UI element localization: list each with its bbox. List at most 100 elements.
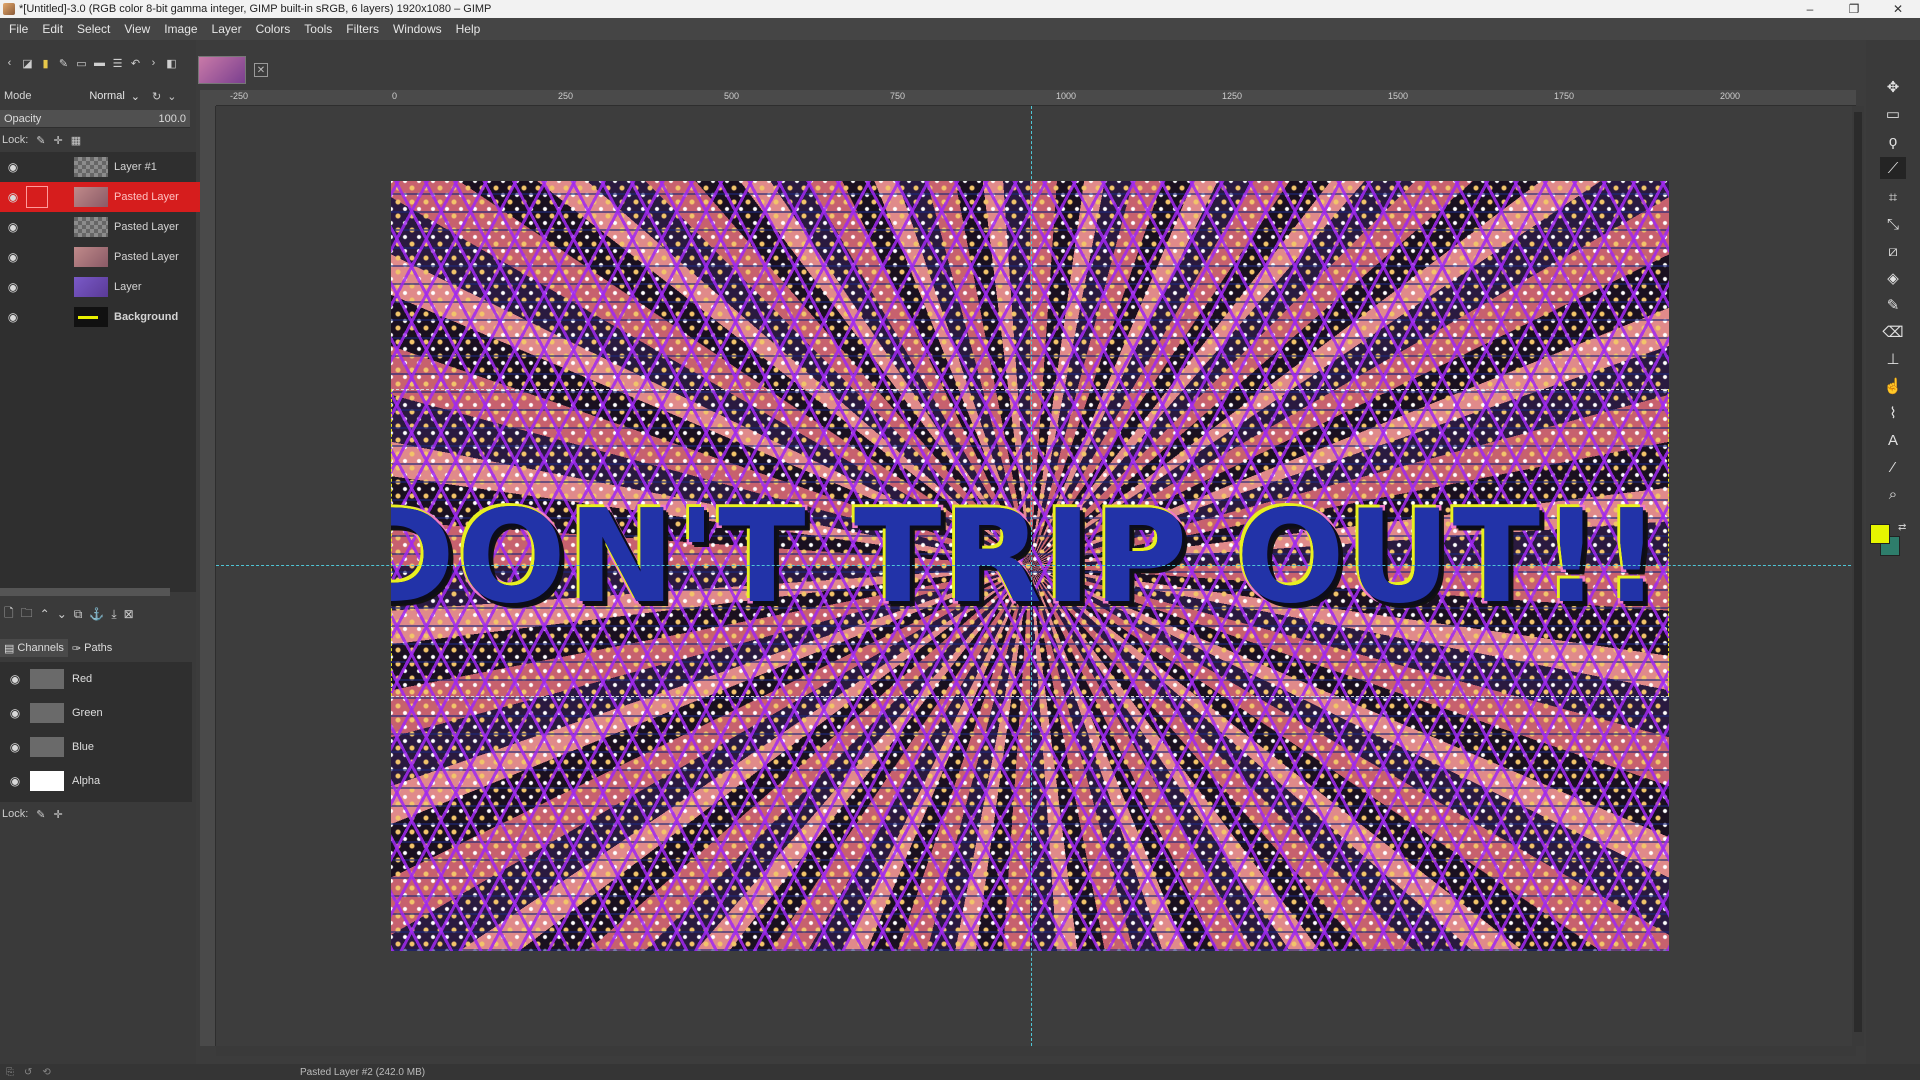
smudge-tool-icon[interactable]: ☝ bbox=[1882, 375, 1904, 397]
eraser-tool-icon[interactable]: ⌫ bbox=[1882, 321, 1904, 343]
delete-layer-icon[interactable]: ⊠ bbox=[124, 607, 134, 621]
menu-help[interactable]: Help bbox=[449, 18, 488, 40]
merge-down-icon[interactable]: ⤓ bbox=[111, 607, 116, 622]
ruler-corner[interactable] bbox=[200, 90, 216, 106]
channel-row[interactable]: ◉ Alpha bbox=[0, 764, 192, 798]
image-canvas[interactable]: DON'T TRIP OUT!!! bbox=[216, 106, 1856, 1046]
menu-filters[interactable]: Filters bbox=[339, 18, 386, 40]
pasted-text-layer[interactable]: DON'T TRIP OUT!!! bbox=[391, 480, 1669, 634]
layer-row-selected[interactable]: ◉ Pasted Layer bbox=[0, 182, 205, 212]
foreground-color-swatch[interactable] bbox=[1870, 524, 1890, 544]
rect-select-tool-icon[interactable]: ▭ bbox=[1882, 103, 1904, 125]
horizontal-scrollbar[interactable] bbox=[216, 1046, 1856, 1056]
fonts-tab-icon[interactable]: ☰ bbox=[110, 56, 125, 71]
eye-icon[interactable]: ◉ bbox=[0, 280, 26, 294]
gradient-tab-icon[interactable]: ▬ bbox=[92, 56, 107, 71]
vertical-guide[interactable] bbox=[1031, 106, 1032, 1046]
vertical-scrollbar[interactable] bbox=[1852, 106, 1864, 1046]
new-layer-group-icon[interactable]: 🗀 bbox=[21, 604, 33, 625]
maximize-button[interactable]: ❐ bbox=[1832, 0, 1876, 18]
channel-row[interactable]: ◉ Green bbox=[0, 696, 192, 730]
anchor-layer-icon[interactable]: ⚓ bbox=[89, 607, 104, 621]
layer-link-toggle[interactable] bbox=[26, 156, 48, 178]
close-button[interactable]: ✕ bbox=[1876, 0, 1920, 18]
lasso-tool-icon[interactable]: ϙ bbox=[1882, 130, 1904, 152]
move-tool-icon[interactable]: ✥ bbox=[1882, 76, 1904, 98]
fuzzy-select-tool-icon[interactable]: ⟋ bbox=[1880, 157, 1906, 179]
layer-link-toggle[interactable] bbox=[26, 276, 48, 298]
crop-tool-icon[interactable]: ⌗ bbox=[1882, 186, 1904, 208]
swap-colors-icon[interactable]: ⇄ bbox=[1898, 522, 1906, 533]
layer-row[interactable]: ◉ Pasted Layer bbox=[0, 212, 196, 242]
menu-view[interactable]: View bbox=[117, 18, 157, 40]
menu-file[interactable]: File bbox=[2, 18, 35, 40]
new-layer-icon[interactable]: 🗋 bbox=[4, 604, 14, 625]
image-tab-thumbnail[interactable] bbox=[198, 56, 246, 84]
close-icon[interactable]: ✕ bbox=[254, 63, 268, 77]
text-tool-icon[interactable]: A bbox=[1882, 429, 1904, 451]
clone-tool-icon[interactable]: ⊥ bbox=[1882, 348, 1904, 370]
channel-row[interactable]: ◉ Red bbox=[0, 662, 192, 696]
lock-position-icon[interactable]: ✛ bbox=[54, 808, 63, 821]
bucket-fill-tool-icon[interactable]: ◈ bbox=[1882, 267, 1904, 289]
palette-tab-icon[interactable]: ▮ bbox=[38, 56, 53, 71]
paths-tool-icon[interactable]: ⌇ bbox=[1882, 402, 1904, 424]
eye-icon[interactable]: ◉ bbox=[0, 190, 26, 204]
layer-link-toggle[interactable] bbox=[26, 306, 48, 328]
dock-menu-icon[interactable]: ◧ bbox=[164, 56, 179, 71]
menu-colors[interactable]: Colors bbox=[249, 18, 298, 40]
chevron-left-icon[interactable]: ‹ bbox=[2, 56, 17, 71]
layer-row[interactable]: ◉ Background bbox=[0, 302, 196, 332]
menu-edit[interactable]: Edit bbox=[35, 18, 70, 40]
pattern-tab-icon[interactable]: ▭ bbox=[74, 56, 89, 71]
tool-options-tab-icon[interactable]: ◪ bbox=[20, 56, 35, 71]
warp-transform-tool-icon[interactable]: ⧄ bbox=[1882, 240, 1904, 262]
image-content[interactable]: DON'T TRIP OUT!!! bbox=[391, 181, 1669, 951]
undo-history-tab-icon[interactable]: ↶ bbox=[128, 56, 143, 71]
eye-icon[interactable]: ◉ bbox=[0, 672, 30, 686]
duplicate-layer-icon[interactable]: ⧉ bbox=[74, 607, 83, 622]
layer-row[interactable]: ◉ Layer #1 bbox=[0, 152, 196, 182]
eye-icon[interactable]: ◉ bbox=[0, 740, 30, 754]
vertical-scroll-thumb[interactable] bbox=[1854, 112, 1862, 1032]
menu-windows[interactable]: Windows bbox=[386, 18, 449, 40]
menu-layer[interactable]: Layer bbox=[205, 18, 249, 40]
save-options-icon[interactable]: ⎘ bbox=[6, 1067, 14, 1078]
color-picker-tool-icon[interactable]: ⁄ bbox=[1882, 456, 1904, 478]
horizontal-ruler[interactable]: -250 0 250 500 750 1000 1250 1500 1750 2… bbox=[216, 90, 1856, 106]
mode-select[interactable]: Normal ⌄ bbox=[70, 90, 140, 103]
lock-pixels-icon[interactable]: ✎ bbox=[36, 134, 45, 147]
paintbrush-tool-icon[interactable]: ✎ bbox=[1882, 294, 1904, 316]
minimize-button[interactable]: – bbox=[1788, 0, 1832, 18]
unified-transform-tool-icon[interactable]: ⤡ bbox=[1882, 213, 1904, 235]
lock-position-icon[interactable]: ✛ bbox=[54, 134, 63, 147]
lower-layer-icon[interactable]: ⌄ bbox=[57, 607, 67, 621]
eye-icon[interactable]: ◉ bbox=[0, 310, 26, 324]
channel-row[interactable]: ◉ Blue bbox=[0, 730, 192, 764]
reset-options-icon[interactable]: ⟲ bbox=[42, 1067, 50, 1078]
zoom-tool-icon[interactable]: ⌕ bbox=[1882, 483, 1904, 505]
chevron-right-icon[interactable]: › bbox=[146, 56, 161, 71]
eye-icon[interactable]: ◉ bbox=[0, 220, 26, 234]
layer-row[interactable]: ◉ Layer bbox=[0, 272, 196, 302]
chevron-down-icon[interactable]: ⌄ bbox=[167, 90, 176, 103]
raise-layer-icon[interactable]: ⌃ bbox=[40, 607, 50, 621]
layer-link-toggle[interactable] bbox=[26, 246, 48, 268]
tab-channels[interactable]: ▤ Channels bbox=[0, 639, 68, 657]
layer-link-toggle[interactable] bbox=[26, 186, 48, 208]
menu-image[interactable]: Image bbox=[157, 18, 204, 40]
layers-scrollbar[interactable] bbox=[0, 588, 170, 596]
eye-icon[interactable]: ◉ bbox=[0, 774, 30, 788]
menu-tools[interactable]: Tools bbox=[297, 18, 339, 40]
layer-link-toggle[interactable] bbox=[26, 216, 48, 238]
tab-paths[interactable]: ✑ Paths bbox=[68, 639, 116, 657]
lock-alpha-icon[interactable]: ▦ bbox=[71, 134, 81, 147]
eye-icon[interactable]: ◉ bbox=[0, 706, 30, 720]
lock-pixels-icon[interactable]: ✎ bbox=[36, 808, 45, 821]
restore-options-icon[interactable]: ↺ bbox=[24, 1067, 32, 1078]
opacity-slider[interactable]: Opacity 100.0 bbox=[0, 110, 190, 128]
horizontal-guide[interactable] bbox=[216, 565, 1856, 566]
reset-mode-icon[interactable]: ↻ bbox=[152, 90, 161, 103]
eye-icon[interactable]: ◉ bbox=[0, 250, 26, 264]
eye-icon[interactable]: ◉ bbox=[0, 160, 26, 174]
